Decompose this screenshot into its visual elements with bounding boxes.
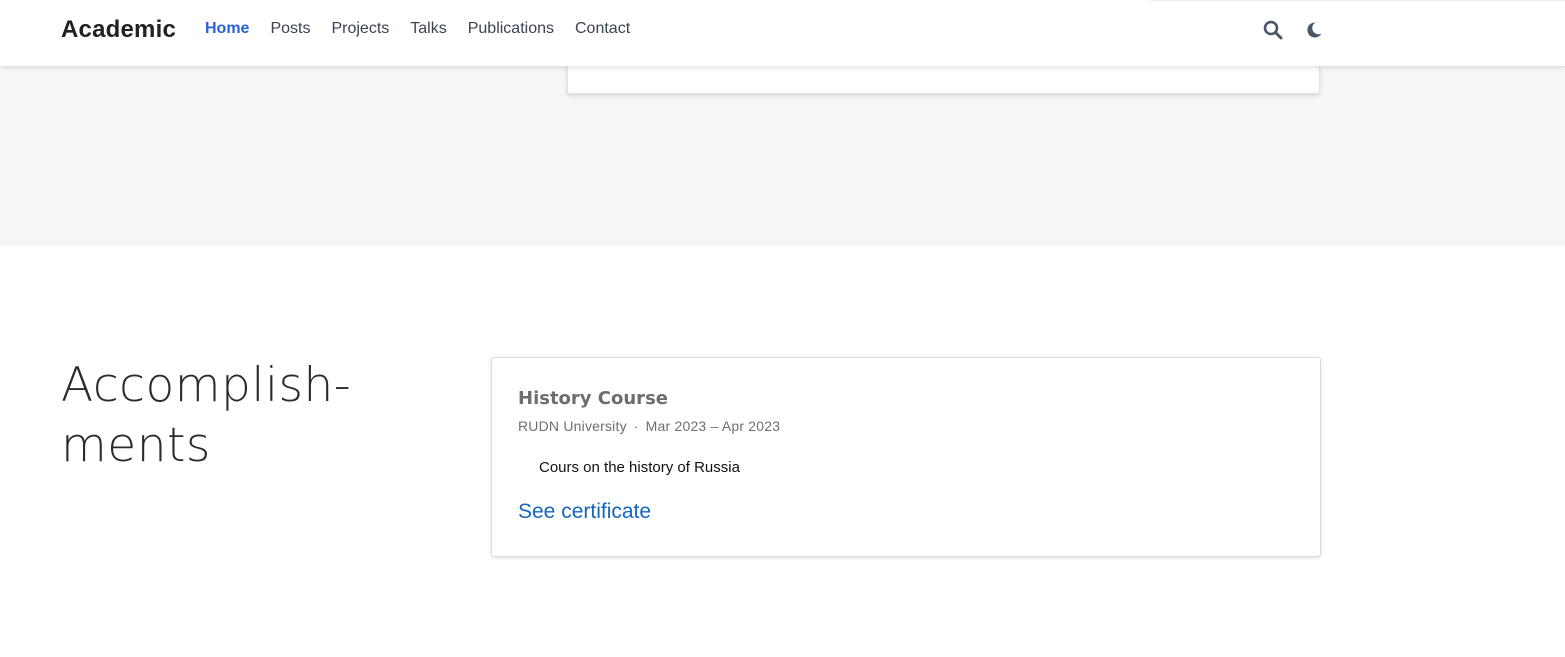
nav-menu: Home Posts Projects Talks Publications C… — [205, 20, 630, 38]
nav-link-home[interactable]: Home — [205, 20, 249, 38]
nav-link-talks[interactable]: Talks — [410, 20, 446, 38]
nav-link-posts[interactable]: Posts — [270, 20, 310, 38]
previous-card-bottom — [567, 66, 1320, 94]
navbar: Academic Home Posts Projects Talks Publi… — [0, 0, 1565, 66]
nav-link-publications[interactable]: Publications — [468, 20, 554, 38]
section-title: Accomplish- ments — [61, 356, 461, 476]
card-date-range: Mar 2023 – Apr 2023 — [645, 418, 781, 434]
nav-icons — [1262, 19, 1325, 41]
card-title: History Course — [518, 388, 668, 409]
accomplishment-card: History Course RUDN University · Mar 2023 … — [491, 357, 1321, 557]
section-title-line: Accomplish- — [61, 358, 352, 413]
divider — [1150, 0, 1565, 1]
card-organization: RUDN University — [518, 418, 627, 434]
site-brand[interactable]: Academic — [61, 16, 176, 44]
nav-link-contact[interactable]: Contact — [575, 20, 630, 38]
section-title-line: ments — [61, 418, 211, 473]
see-certificate-link[interactable]: See certificate — [518, 500, 651, 524]
moon-icon[interactable] — [1303, 19, 1325, 41]
card-meta: RUDN University · Mar 2023 – Apr 2023 — [518, 418, 780, 434]
nav-link-projects[interactable]: Projects — [331, 20, 389, 38]
previous-section — [0, 66, 1565, 246]
card-description: Cours on the history of Russia — [539, 459, 740, 476]
meta-separator: · — [633, 418, 639, 434]
search-icon[interactable] — [1262, 19, 1284, 41]
